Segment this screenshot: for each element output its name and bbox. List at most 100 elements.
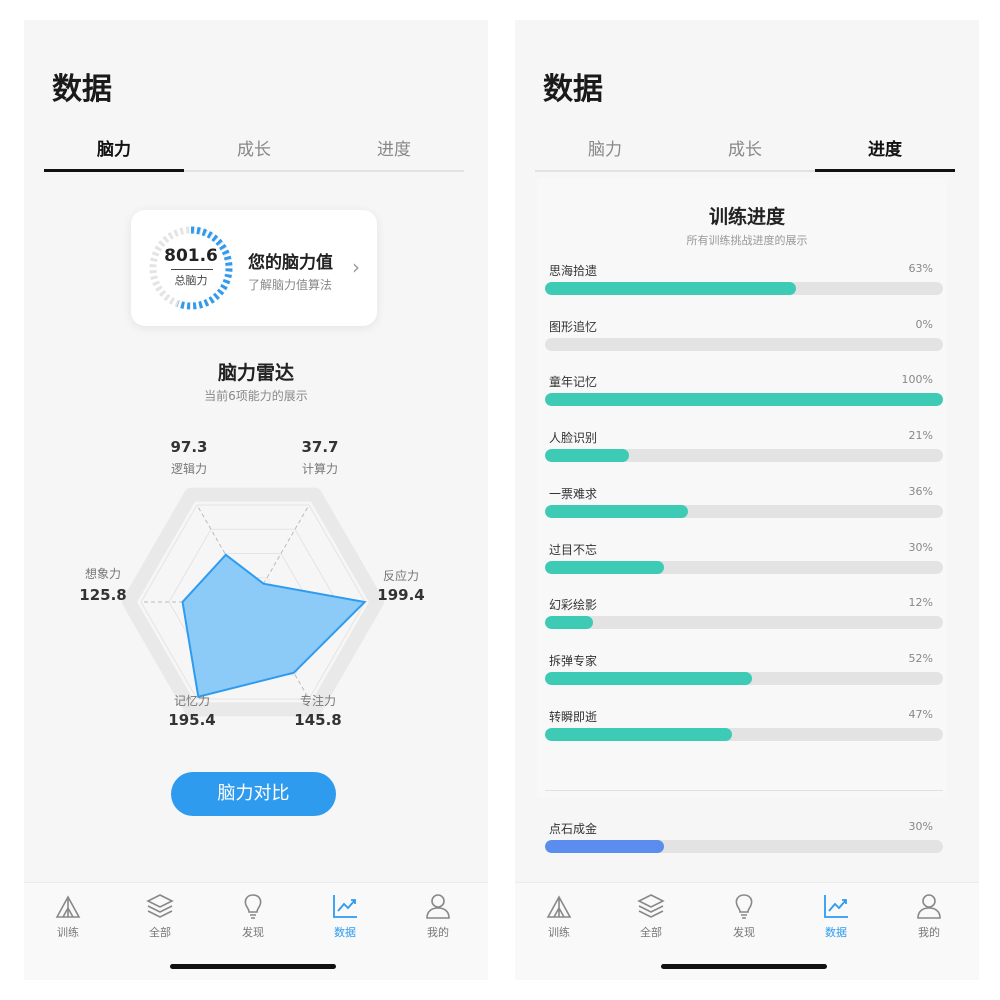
progress-item-percent: 30% [908,820,933,833]
nav-label: 数据 [334,926,356,939]
progress-fill [545,504,689,518]
progress-item-percent: 21% [908,429,933,443]
home-indicator [170,964,336,969]
progress-item-name: 拆弹专家 [549,653,598,668]
progress-item[interactable]: 童年记忆 100% [545,373,943,413]
progress-track [545,504,943,518]
radar-value-reaction: 199.4 [377,586,425,604]
progress-item-percent: 100% [901,373,933,387]
progress-fill [545,393,943,407]
lightbulb-icon [244,894,262,919]
radar-value-focus: 145.8 [294,711,342,729]
progress-fill [545,671,752,685]
progress-title: 训练进度 [708,206,785,228]
nav-label: 训练 [548,926,570,939]
tab-brain-power[interactable]: 脑力 [535,132,675,170]
progress-track [545,337,943,351]
progress-item-name: 一票难求 [549,486,598,501]
chart-icon [824,895,848,918]
page-title: 数据 [543,72,603,107]
progress-screen: 数据 脑力 成长 进度 训练进度 所有训练挑战进度的展示 思海拾遗 63% 图形追忆… [515,20,979,980]
user-icon [426,894,450,919]
progress-item-name: 过目不忘 [549,542,598,557]
progress-subtitle: 所有训练挑战进度的展示 [686,234,808,247]
progress-track [545,671,943,685]
nav-item-data[interactable]: 数据 [315,891,375,940]
nav-item-mine[interactable]: 我的 [408,891,468,940]
progress-track [545,727,943,741]
progress-fill [545,727,733,741]
nav-label: 全部 [149,926,171,939]
nav-item-all[interactable]: 全部 [621,891,681,940]
progress-track [545,449,943,463]
chart-icon [333,895,357,918]
nav-item-discover[interactable]: 发现 [714,891,774,940]
home-indicator [661,964,827,969]
nav-label: 全部 [640,926,662,939]
radar-label-focus: 专注力 [299,694,336,708]
progress-item-percent: 63% [908,262,933,275]
nav-item-mine[interactable]: 我的 [899,891,959,940]
radar-value-imagination: 125.8 [79,586,127,604]
nav-item-discover[interactable]: 发现 [223,891,283,940]
progress-item-name: 图形追忆 [549,319,598,334]
progress-track [545,282,943,295]
progress-item-percent: 30% [908,540,933,554]
radar-value-memory: 195.4 [168,711,216,729]
progress-item-name: 童年记忆 [549,375,598,390]
radar-label-reaction: 反应力 [382,569,419,583]
progress-item[interactable]: 拆弹专家 52% [545,652,943,692]
progress-item[interactable]: 点石成金 30% [545,820,943,860]
progress-item-percent: 12% [908,596,933,610]
nav-item-data[interactable]: 数据 [806,891,866,940]
progress-item-percent: 47% [908,707,933,721]
progress-item[interactable]: 转瞬即逝 47% [545,708,943,748]
progress-track [545,840,943,853]
progress-item-name: 幻彩绘影 [549,598,598,613]
radar-chart [122,487,384,717]
tab-bar: 脑力 成长 进度 [535,132,955,172]
progress-fill [545,840,665,853]
tab-progress[interactable]: 进度 [815,132,955,172]
nav-label: 训练 [57,926,79,939]
progress-fill [545,560,665,574]
progress-item[interactable]: 思海拾遗 63% [545,262,943,302]
compare-brain-power-button[interactable]: 脑力对比 [171,772,336,816]
layers-icon [637,894,665,918]
progress-item[interactable]: 过目不忘 30% [545,541,943,581]
divider [545,790,943,791]
progress-track [545,393,943,407]
brain-power-screen: 数据 脑力 成长 进度 801.6 总脑力 您的脑力值 了解脑力值算法 › 脑力… [24,20,488,980]
progress-fill [545,449,629,463]
tent-icon [55,895,81,918]
radar-label-calc: 计算力 [301,462,338,476]
progress-item-percent: 0% [915,317,933,331]
nav-label: 我的 [427,926,449,939]
nav-label: 发现 [242,926,264,939]
user-icon [917,894,941,919]
progress-item[interactable]: 图形追忆 0% [545,318,943,358]
layers-icon [146,894,174,918]
progress-track [545,616,943,630]
tab-growth[interactable]: 成长 [675,132,815,170]
progress-fill [545,616,593,630]
progress-item-percent: 52% [908,651,933,665]
radar-value-logic: 97.3 [170,438,208,456]
progress-fill [545,282,796,295]
nav-item-train[interactable]: 训练 [38,891,98,940]
nav-label: 我的 [918,926,940,939]
lightbulb-icon [735,894,753,919]
progress-item[interactable]: 幻彩绘影 12% [545,596,943,636]
progress-item-percent: 36% [908,484,933,498]
nav-label: 发现 [733,926,755,939]
progress-item-name: 点石成金 [549,822,598,836]
radar-label-imagination: 想象力 [84,567,121,581]
progress-item[interactable]: 人脸识别 21% [545,429,943,469]
progress-item-name: 人脸识别 [549,431,598,446]
nav-item-train[interactable]: 训练 [529,891,589,940]
progress-item[interactable]: 一票难求 36% [545,485,943,525]
radar-label-memory: 记忆力 [173,694,210,708]
radar-value-calc: 37.7 [301,438,339,456]
progress-track [545,560,943,574]
nav-item-all[interactable]: 全部 [130,891,190,940]
